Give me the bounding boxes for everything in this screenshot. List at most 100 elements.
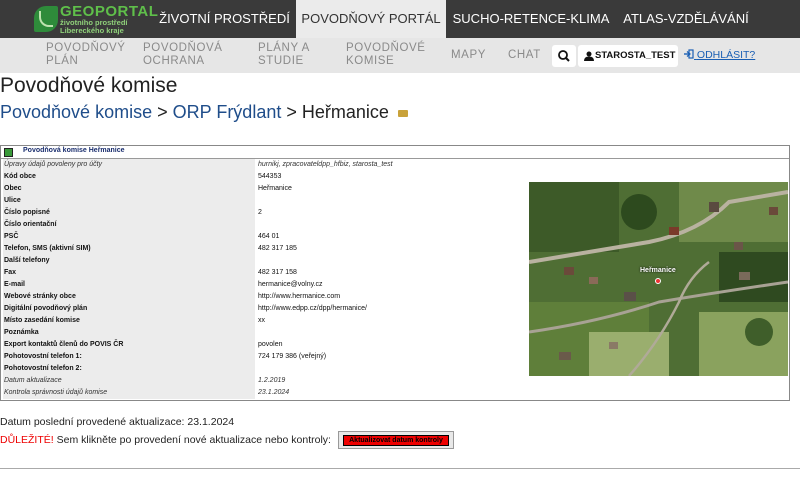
table-row: Pohotovostní telefon 1: 724 179 386 (veře… xyxy=(1,351,525,363)
row-label: Digitální povodňový plán xyxy=(3,303,255,315)
breadcrumb-orp-link[interactable]: ORP Frýdlant xyxy=(173,102,282,122)
search-button[interactable] xyxy=(552,45,576,67)
tab-atlas-vzdelavani[interactable]: ATLAS-VZDĚLÁVÁNÍ xyxy=(616,0,756,38)
table-row: Kontrola správnosti údajů komise 23.1.202… xyxy=(1,387,525,399)
edit-icon[interactable] xyxy=(4,148,13,157)
table-row: Digitální povodňový plán http://www.edpp.… xyxy=(1,303,525,315)
table-row: Pohotovostní telefon 2: xyxy=(1,363,525,375)
update-date-button[interactable]: Aktualizovat datum kontroly xyxy=(338,431,454,449)
subnav-povodnova-ochrana-line2: OCHRANA xyxy=(143,55,205,67)
table-row: Export kontaktů členů do POVIS ČR povolen xyxy=(1,339,525,351)
map-label: Heřmanice xyxy=(640,267,676,274)
tab-povodnovy-portal[interactable]: POVODŇOVÝ PORTÁL xyxy=(296,0,446,38)
row-label: Obec xyxy=(3,183,255,195)
table-row: Číslo popisné 2 xyxy=(1,207,525,219)
last-update-date: 23.1.2024 xyxy=(187,416,235,428)
subnav-plany-studie-line1: PLÁNY A xyxy=(258,42,310,54)
subnav-plany-studie-line2: STUDIE xyxy=(258,55,304,67)
table-row: Další telefony xyxy=(1,255,525,267)
aerial-map[interactable]: Heřmanice xyxy=(528,182,789,377)
row-value: 724 179 386 (veřejný) xyxy=(258,353,327,360)
search-icon xyxy=(558,50,570,62)
commission-detail-panel: Povodňová komise Heřmanice Úpravy údajů … xyxy=(0,145,790,401)
last-update-text: Datum poslední provedené aktualizace: 23… xyxy=(0,416,234,428)
table-row: Úpravy údajů povoleny pro účty hurnikj, z… xyxy=(1,159,525,171)
row-label: E-mail xyxy=(3,279,255,291)
table-row: PSČ 464 01 xyxy=(1,231,525,243)
table-row: Telefon, SMS (aktivní SIM) 482 317 185 xyxy=(1,243,525,255)
page-title: Povodňové komise xyxy=(0,74,178,97)
subnav-mapy[interactable]: MAPY xyxy=(451,49,486,62)
row-label: Další telefony xyxy=(3,255,255,267)
top-navigation: GEOPORTAL životního prostředí Libereckéh… xyxy=(0,0,800,38)
leaf-logo-icon xyxy=(34,6,58,32)
logo-subtitle-line2: Libereckého kraje xyxy=(60,26,124,35)
flood-plan-link[interactable]: http://www.edpp.cz/dpp/hermanice/ xyxy=(258,303,367,315)
breadcrumb: Povodňové komise > ORP Frýdlant > Heřman… xyxy=(0,102,408,123)
update-date-button-label: Aktualizovat datum kontroly xyxy=(343,435,449,446)
instruction-text: Sem klikněte po provedení nové aktualiza… xyxy=(56,434,331,446)
row-label: Kontrola správnosti údajů komise xyxy=(3,387,255,399)
user-icon xyxy=(584,51,594,61)
row-value: 464 01 xyxy=(258,233,280,240)
row-label: Fax xyxy=(3,267,255,279)
username: STAROSTA_TEST xyxy=(595,50,676,61)
website-link[interactable]: http://www.hermanice.com xyxy=(258,291,340,303)
row-label: Pohotovostní telefon 2: xyxy=(3,363,255,375)
sub-navigation: POVODŇOVÝ PLÁN POVODŇOVÁ OCHRANA PLÁNY A… xyxy=(0,38,800,73)
breadcrumb-root-link[interactable]: Povodňové komise xyxy=(0,102,152,122)
row-value: Heřmanice xyxy=(258,185,292,192)
panel-title: Povodňová komise Heřmanice xyxy=(23,147,125,154)
row-value: 2 xyxy=(258,209,262,216)
subnav-povodnove-komise[interactable]: POVODŇOVÉ KOMISE xyxy=(346,42,426,68)
tab-sucho-retence-klima[interactable]: SUCHO-RETENCE-KLIMA xyxy=(446,0,616,38)
row-value: hurnikj, zpracovateldpp_hfbiz, starosta_… xyxy=(258,161,393,168)
table-row: Poznámka xyxy=(1,327,525,339)
logout-label: ODHLÁSIT? xyxy=(696,49,756,61)
row-value: 482 317 158 xyxy=(258,269,297,276)
row-value: 1.2.2019 xyxy=(258,377,286,384)
geoportal-logo[interactable]: GEOPORTAL životního prostředí Libereckéh… xyxy=(34,3,158,35)
table-row: Datum aktualizace 1.2.2019 xyxy=(1,375,525,387)
subnav-povodnova-ochrana-line1: POVODŇOVÁ xyxy=(143,42,223,54)
logout-link[interactable]: ODHLÁSIT? xyxy=(684,49,755,61)
important-label: DŮLEŽITÉ! xyxy=(0,434,54,446)
row-label: Datum aktualizace xyxy=(3,375,255,387)
subnav-povodnove-komise-line1: POVODŇOVÉ xyxy=(346,42,426,54)
email-link[interactable]: hermanice@volny.cz xyxy=(258,279,323,291)
last-update-label: Datum poslední provedené aktualizace: xyxy=(0,416,185,428)
subnav-povodnovy-plan[interactable]: POVODŇOVÝ PLÁN xyxy=(46,42,126,68)
row-value: povolen xyxy=(258,341,283,348)
table-row: Fax 482 317 158 xyxy=(1,267,525,279)
map-pin-icon xyxy=(655,278,661,284)
row-label: Číslo orientační xyxy=(3,219,255,231)
row-label: PSČ xyxy=(3,231,255,243)
row-value: 482 317 185 xyxy=(258,245,297,252)
row-label: Ulice xyxy=(3,195,255,207)
row-value: 544353 xyxy=(258,173,282,180)
panel-header: Povodňová komise Heřmanice xyxy=(1,146,789,159)
tab-zivotni-prostredi[interactable]: ŽIVOTNÍ PROSTŘEDÍ xyxy=(153,0,296,38)
divider xyxy=(0,468,800,469)
breadcrumb-separator: > xyxy=(286,102,297,122)
row-value: xx xyxy=(258,317,265,324)
row-label: Úpravy údajů povoleny pro účty xyxy=(3,159,255,171)
subnav-chat[interactable]: CHAT xyxy=(508,49,541,62)
book-icon[interactable] xyxy=(397,109,408,117)
table-row: Webové stránky obce http://www.hermanice.… xyxy=(1,291,525,303)
table-row: Místo zasedání komise xx xyxy=(1,315,525,327)
breadcrumb-separator: > xyxy=(157,102,168,122)
row-label: Webové stránky obce xyxy=(3,291,255,303)
subnav-povodnovy-plan-line1: POVODŇOVÝ xyxy=(46,42,126,54)
table-row: E-mail hermanice@volny.cz xyxy=(1,279,525,291)
subnav-plany-studie[interactable]: PLÁNY A STUDIE xyxy=(258,42,310,68)
row-label: Pohotovostní telefon 1: xyxy=(3,351,255,363)
table-row: Ulice xyxy=(1,195,525,207)
user-account-button[interactable]: STAROSTA_TEST xyxy=(578,45,678,67)
logo-subtitle: životního prostředí Libereckého kraje xyxy=(60,19,128,35)
table-row: Číslo orientační xyxy=(1,219,525,231)
subnav-povodnova-ochrana[interactable]: POVODŇOVÁ OCHRANA xyxy=(143,42,223,68)
row-label: Kód obce xyxy=(3,171,255,183)
row-label: Telefon, SMS (aktivní SIM) xyxy=(3,243,255,255)
subnav-povodnovy-plan-line2: PLÁN xyxy=(46,55,79,67)
